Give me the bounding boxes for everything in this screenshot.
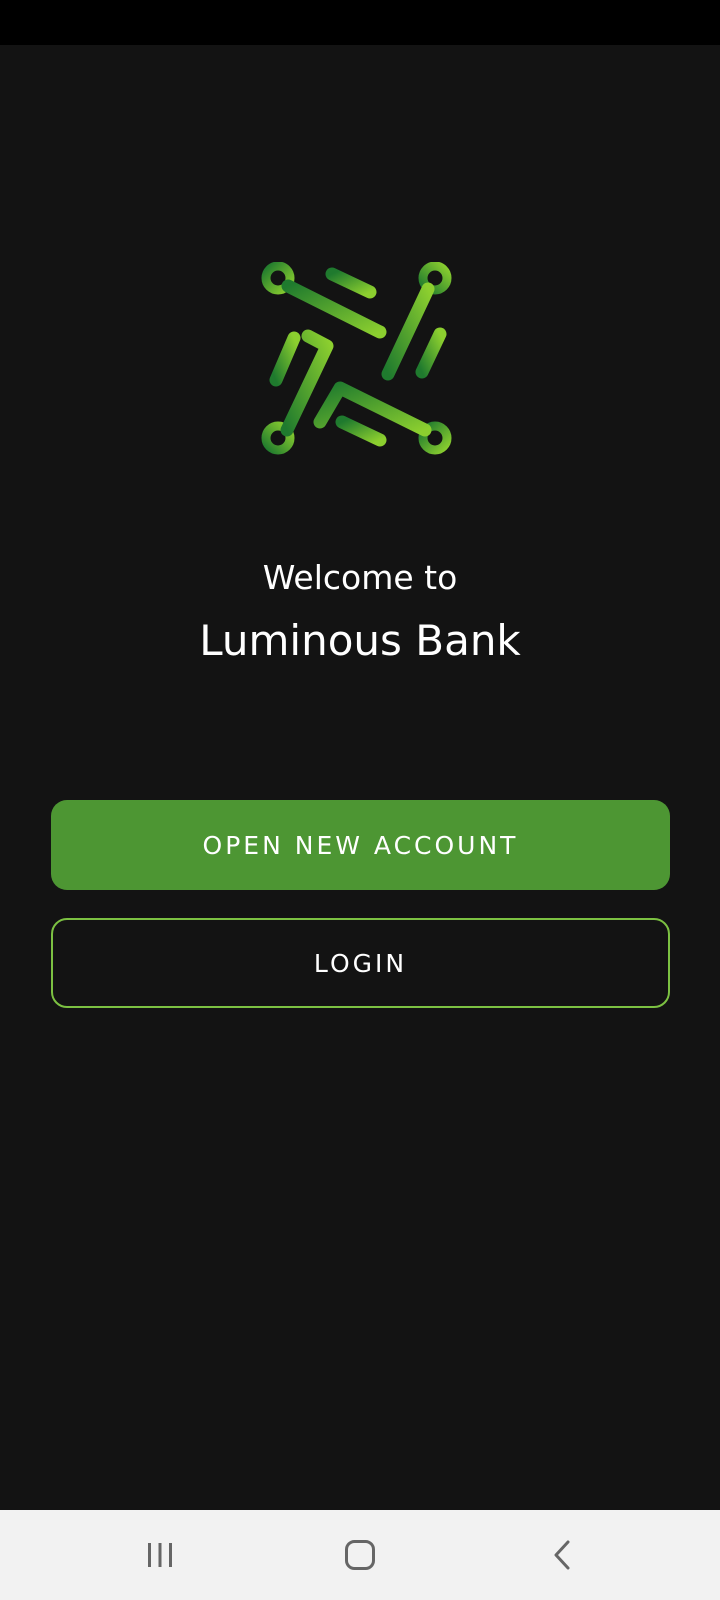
back-button[interactable] [532, 1530, 592, 1580]
welcome-text: Welcome to [262, 558, 458, 597]
status-bar [0, 0, 720, 45]
welcome-screen: Welcome to Luminous Bank OPEN NEW ACCOUN… [0, 0, 720, 1600]
recents-button[interactable] [130, 1530, 190, 1580]
bank-name: Luminous Bank [199, 616, 521, 665]
back-icon [554, 1540, 570, 1570]
home-button[interactable] [330, 1530, 390, 1580]
recents-icon [148, 1543, 172, 1567]
home-icon [345, 1540, 375, 1570]
open-new-account-button[interactable]: OPEN NEW ACCOUNT [51, 800, 670, 890]
login-button[interactable]: LOGIN [51, 918, 670, 1008]
system-navigation-bar [0, 1510, 720, 1600]
bank-logo [261, 262, 452, 455]
